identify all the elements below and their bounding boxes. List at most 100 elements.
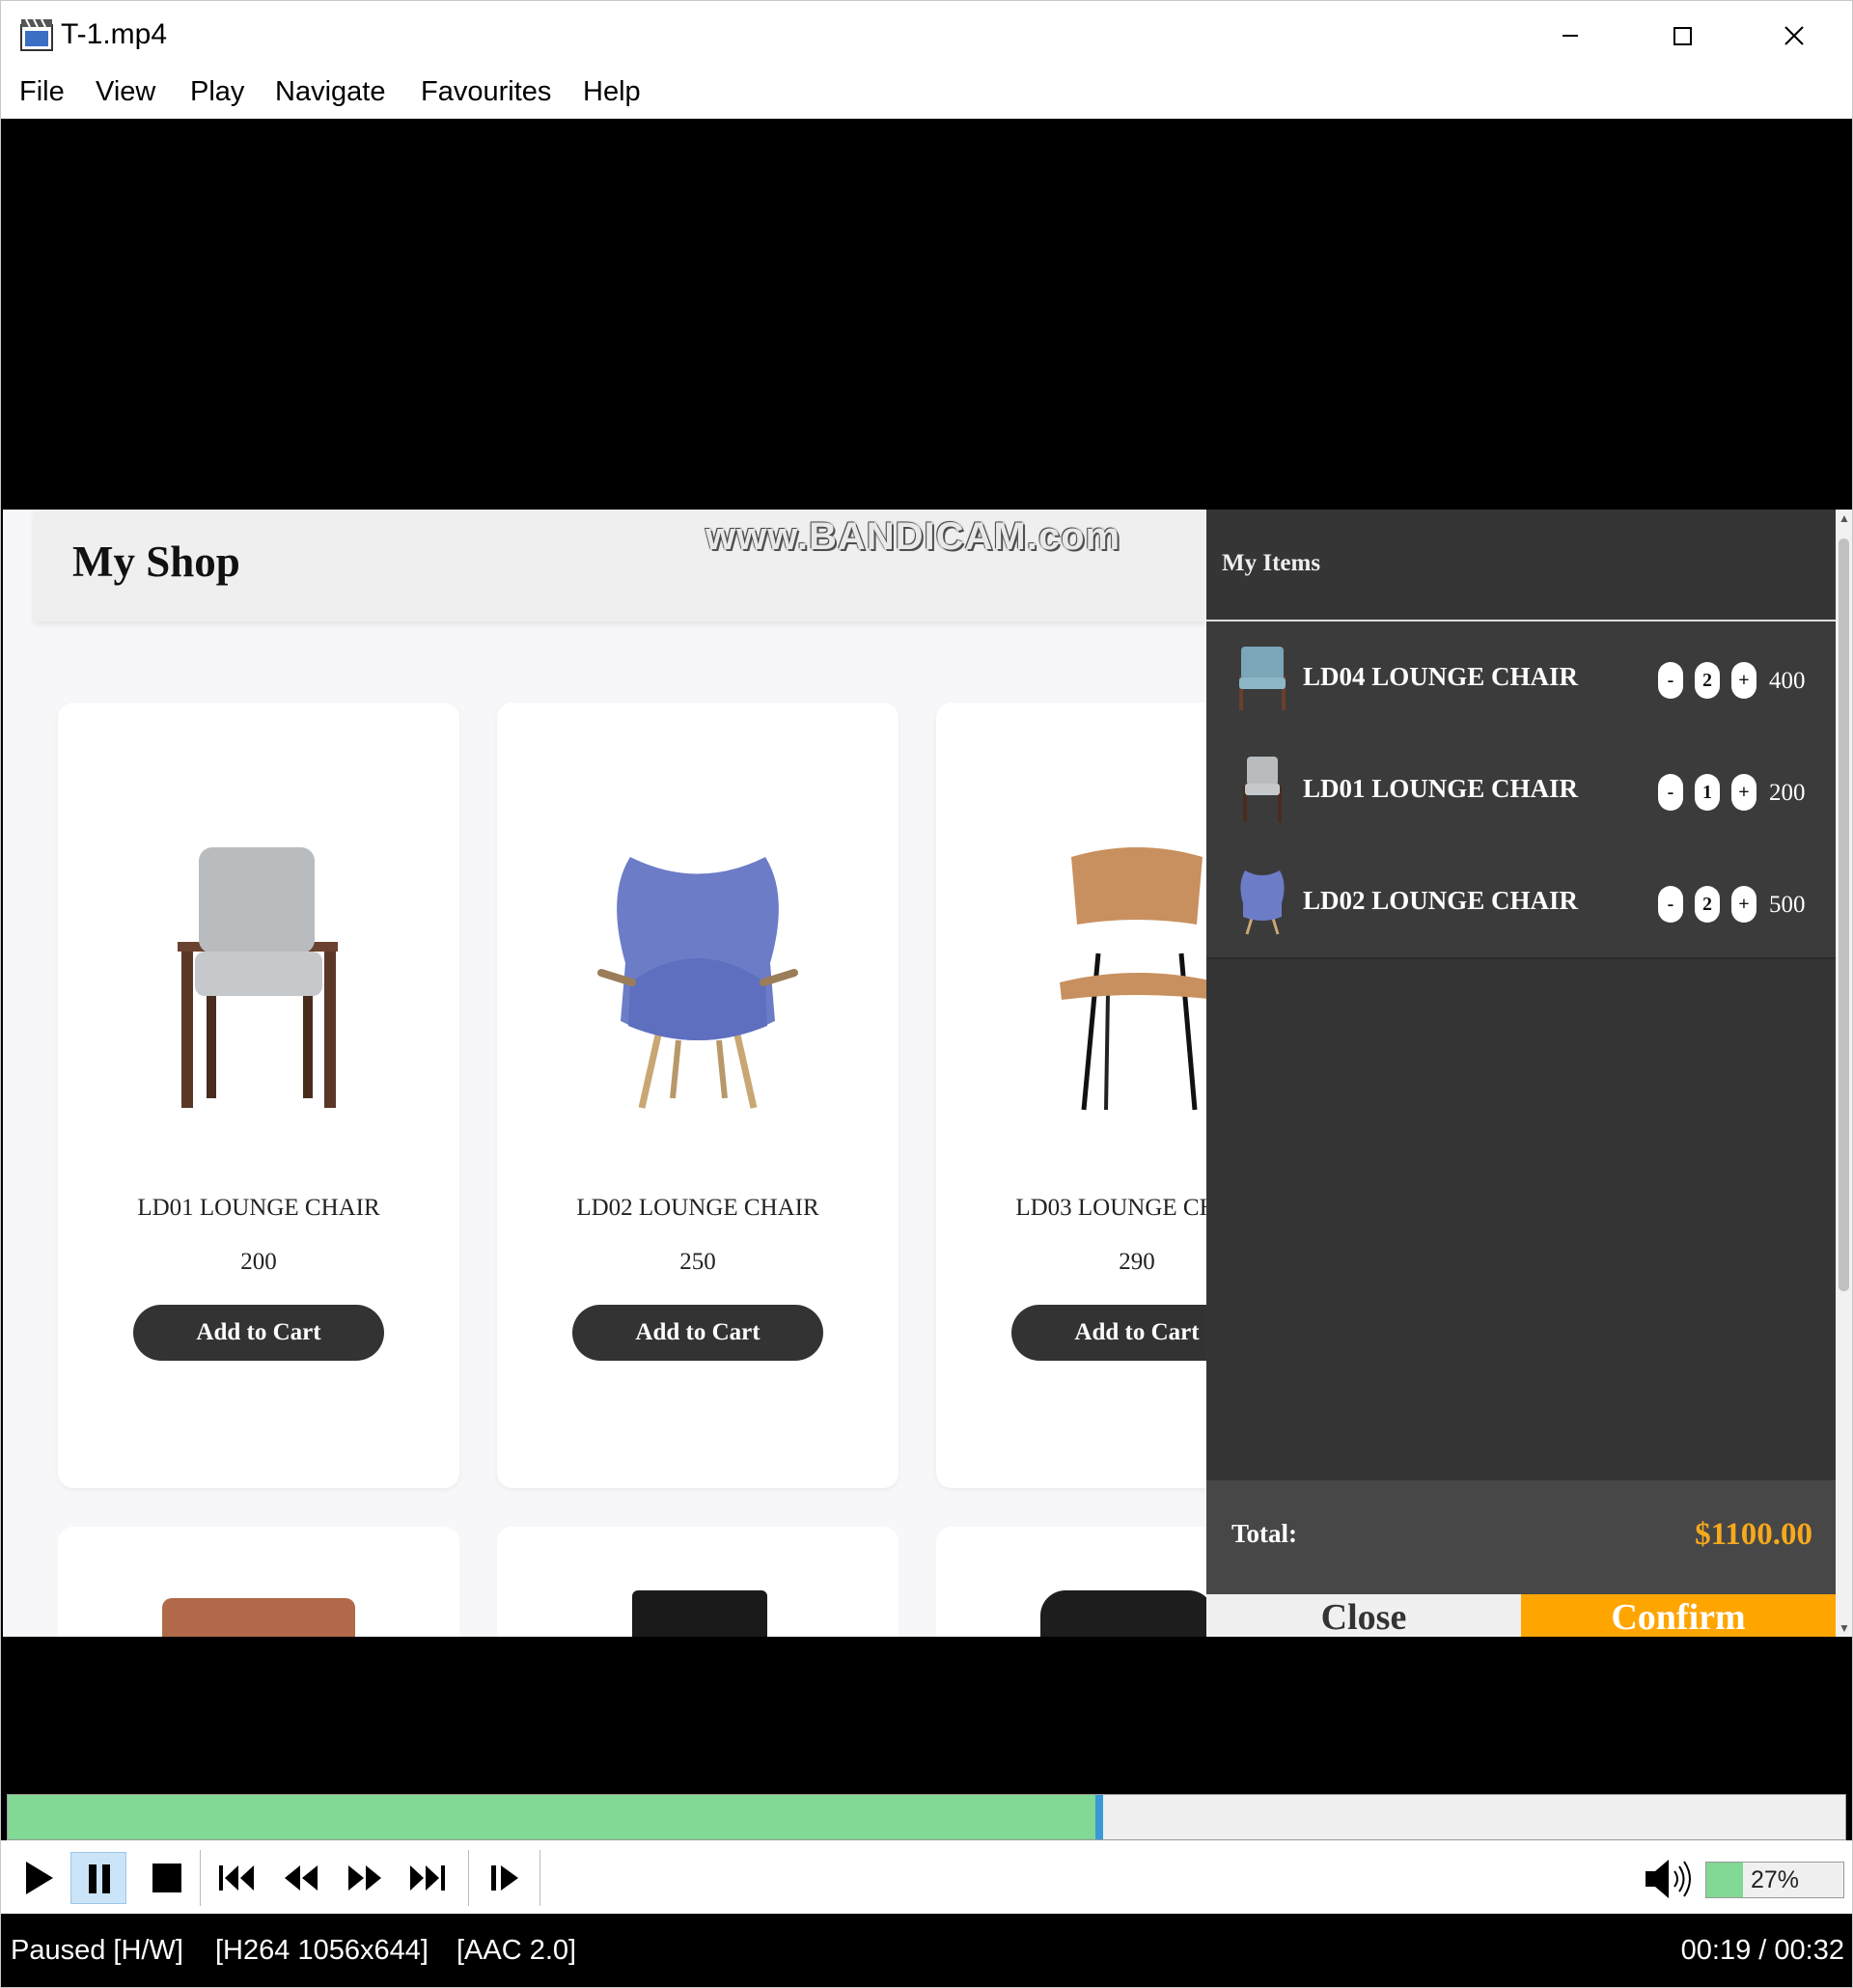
minimize-icon <box>1563 35 1578 37</box>
chair-image <box>178 847 338 1108</box>
maximize-button[interactable] <box>1653 14 1711 57</box>
seek-thumb[interactable] <box>1094 1795 1103 1839</box>
product-name: LD01 LOUNGE CHAIR <box>137 1195 380 1221</box>
status-bar: Paused [H/W] [H264 1056x644] [AAC 2.0] 0… <box>1 1914 1852 1987</box>
quantity-value: 2 <box>1695 886 1720 923</box>
total-value: $1100.00 <box>1695 1517 1812 1552</box>
watermark: www.BANDICAM.com <box>705 515 1121 558</box>
cart-header: My Items <box>1206 510 1836 621</box>
app-logo-icon <box>20 18 53 51</box>
page-scrollbar[interactable]: ▲ ▼ <box>1836 510 1852 1637</box>
product-card <box>58 1527 459 1637</box>
maximize-icon <box>1673 27 1692 45</box>
cart-total-bar: Total: $1100.00 <box>1206 1480 1836 1594</box>
seek-progress <box>8 1795 1099 1839</box>
video-area[interactable]: My Shop www.BANDICAM.com LD01 LOUNGE CHA… <box>1 119 1852 1794</box>
add-to-cart-button[interactable]: Add to Cart <box>133 1305 384 1361</box>
product-card: LD01 LOUNGE CHAIR 200 Add to Cart <box>58 703 459 1488</box>
playback-controls: 27% <box>1 1840 1852 1914</box>
pause-icon <box>89 1864 110 1893</box>
cart-item-price: 500 <box>1769 892 1806 918</box>
menu-navigate[interactable]: Navigate <box>275 76 385 108</box>
volume-slider[interactable]: 27% <box>1705 1862 1844 1898</box>
chair-thumbnail <box>1243 757 1282 822</box>
chair-thumbnail <box>1240 870 1285 935</box>
add-to-cart-button[interactable]: Add to Cart <box>572 1305 823 1361</box>
scrollbar-thumb[interactable] <box>1839 538 1849 1291</box>
fast-forward-icon <box>348 1865 381 1891</box>
quantity-value: 2 <box>1695 662 1720 699</box>
cart-item: LD02 LOUNGE CHAIR - 2 + 500 <box>1206 845 1836 959</box>
audio-codec-info: [AAC 2.0] <box>456 1935 577 1966</box>
cart-panel: My Items LD04 LOUNGE CHAIR - 2 + 400 LD0… <box>1206 510 1836 1637</box>
increase-quantity-button[interactable]: + <box>1731 774 1756 811</box>
chair-image <box>1040 1590 1214 1637</box>
menu-view[interactable]: View <box>96 76 155 108</box>
fast-forward-button[interactable] <box>337 1852 393 1904</box>
scroll-down-icon[interactable]: ▼ <box>1839 1621 1850 1635</box>
cart-item-price: 400 <box>1769 668 1806 694</box>
confirm-button[interactable]: Confirm <box>1521 1594 1836 1637</box>
close-window-button[interactable] <box>1765 14 1823 57</box>
quantity-value: 1 <box>1695 774 1720 811</box>
previous-button[interactable] <box>209 1852 265 1904</box>
rewind-button[interactable] <box>273 1852 329 1904</box>
cart-item-name: LD02 LOUNGE CHAIR <box>1303 886 1579 915</box>
close-cart-button[interactable]: Close <box>1206 1594 1521 1637</box>
chair-image <box>632 1590 767 1637</box>
skip-previous-icon <box>219 1865 254 1891</box>
menu-file[interactable]: File <box>19 76 65 108</box>
play-icon <box>26 1862 53 1894</box>
menu-play[interactable]: Play <box>190 76 244 108</box>
scroll-up-icon[interactable]: ▲ <box>1839 511 1850 525</box>
separator <box>200 1850 201 1906</box>
increase-quantity-button[interactable]: + <box>1731 886 1756 923</box>
window-title: T-1.mp4 <box>61 18 168 50</box>
stop-button[interactable] <box>138 1852 194 1904</box>
shop-title: My Shop <box>72 538 240 586</box>
cart-item: LD01 LOUNGE CHAIR - 1 + 200 <box>1206 733 1836 847</box>
product-card: LD02 LOUNGE CHAIR 250 Add to Cart <box>497 703 899 1488</box>
player-window: T-1.mp4 File View Play Navigate Favourit… <box>0 0 1853 1988</box>
play-button[interactable] <box>9 1852 65 1904</box>
menu-bar: File View Play Navigate Favourites Help <box>1 70 1852 119</box>
chair-image <box>162 1598 355 1637</box>
title-bar: T-1.mp4 <box>1 1 1852 70</box>
chair-image <box>597 857 798 1109</box>
chair-thumbnail <box>1239 647 1286 710</box>
close-icon <box>1784 26 1804 45</box>
decrease-quantity-button[interactable]: - <box>1658 886 1683 923</box>
menu-favourites[interactable]: Favourites <box>421 76 551 108</box>
speaker-icon[interactable] <box>1640 1854 1698 1904</box>
pause-button[interactable] <box>70 1852 126 1904</box>
cart-item-name: LD01 LOUNGE CHAIR <box>1303 774 1579 803</box>
minimize-button[interactable] <box>1541 14 1599 57</box>
frame-step-icon <box>491 1865 518 1891</box>
cart-item-name: LD04 LOUNGE CHAIR <box>1303 662 1579 691</box>
cart-title: My Items <box>1222 550 1321 576</box>
next-button[interactable] <box>401 1852 456 1904</box>
product-card <box>497 1527 899 1637</box>
increase-quantity-button[interactable]: + <box>1731 662 1756 699</box>
seek-bar[interactable] <box>7 1794 1846 1840</box>
video-frame: My Shop www.BANDICAM.com LD01 LOUNGE CHA… <box>3 510 1852 1637</box>
time-display: 00:19 / 00:32 <box>1680 1935 1844 1966</box>
frame-step-button[interactable] <box>478 1852 534 1904</box>
cart-item: LD04 LOUNGE CHAIR - 2 + 400 <box>1206 621 1836 735</box>
product-name: LD02 LOUNGE CHAIR <box>576 1195 819 1221</box>
playback-state: Paused [H/W] <box>11 1935 183 1966</box>
rewind-icon <box>285 1865 318 1891</box>
stop-icon <box>152 1864 181 1892</box>
separator <box>539 1850 540 1906</box>
volume-percent: 27% <box>1750 1866 1800 1893</box>
product-price: 200 <box>240 1249 277 1275</box>
skip-next-icon <box>410 1865 445 1891</box>
product-price: 250 <box>679 1249 716 1275</box>
menu-help[interactable]: Help <box>583 76 641 108</box>
separator <box>468 1850 469 1906</box>
cart-item-price: 200 <box>1769 780 1806 806</box>
decrease-quantity-button[interactable]: - <box>1658 774 1683 811</box>
video-codec-info: [H264 1056x644] <box>215 1935 429 1966</box>
decrease-quantity-button[interactable]: - <box>1658 662 1683 699</box>
total-label: Total: <box>1231 1519 1298 1548</box>
